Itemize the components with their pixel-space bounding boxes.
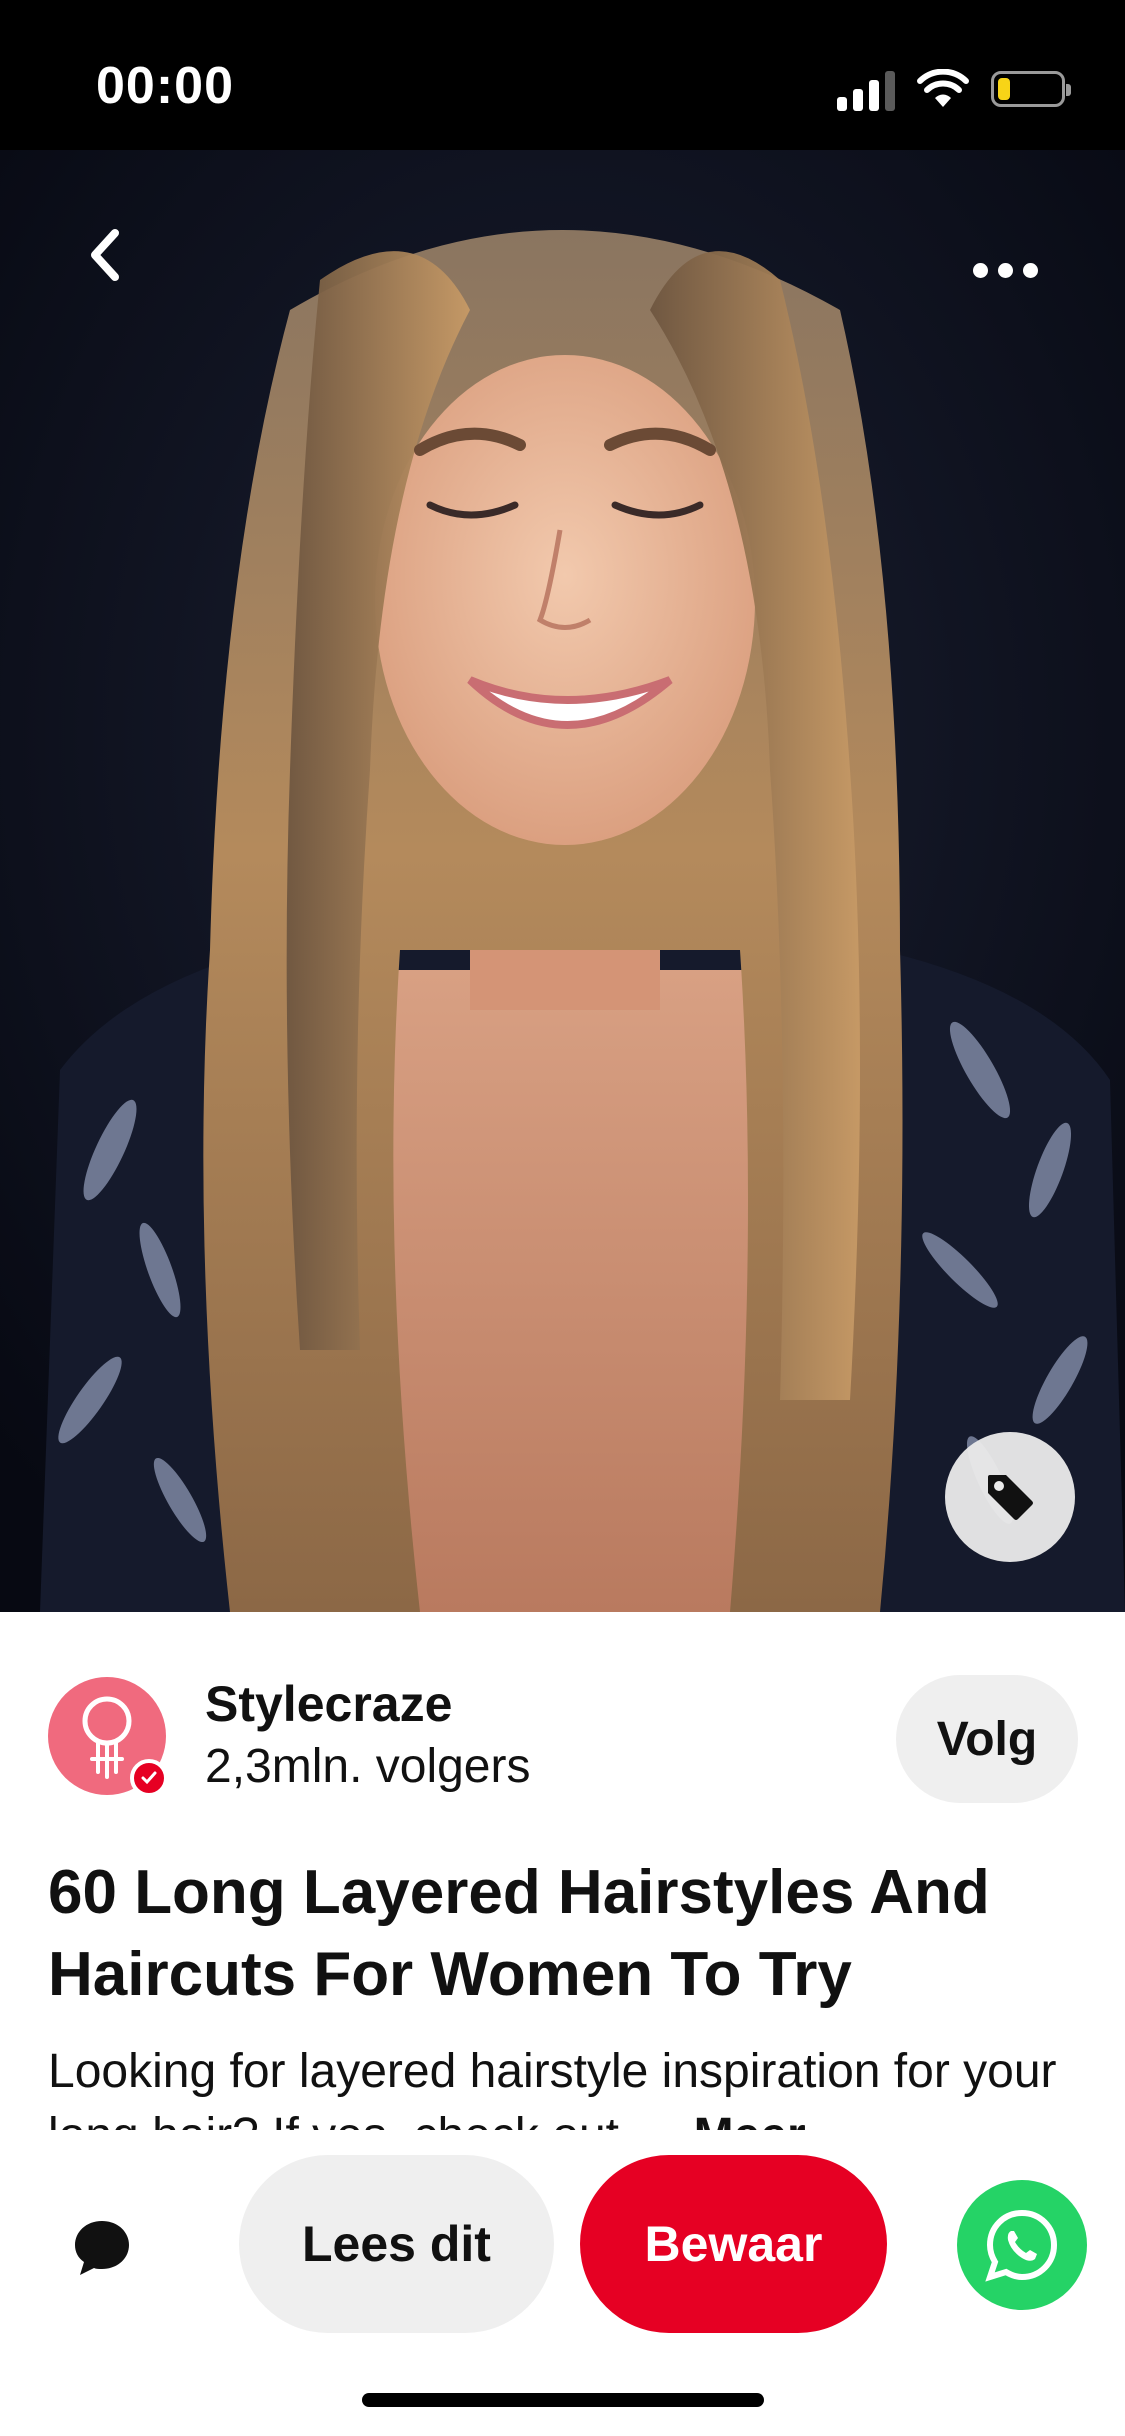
back-button[interactable]	[70, 220, 140, 290]
creator-followers: 2,3mln. volgers	[205, 1740, 531, 1793]
creator-row: Stylecraze 2,3mln. volgers Volg	[48, 1675, 1078, 1805]
pin-description-text: Looking for layered hairstyle inspiratio…	[48, 2045, 1057, 2130]
battery-icon	[991, 71, 1071, 107]
battery-level	[998, 78, 1011, 100]
status-bar: 00:00	[0, 0, 1125, 150]
pin-photo	[0, 150, 1125, 1612]
pin-description: Looking for layered hairstyle inspiratio…	[48, 2040, 1088, 2130]
price-tag-icon	[988, 1475, 1033, 1520]
verified-check-icon	[130, 1759, 168, 1797]
whatsapp-share-button[interactable]	[957, 2180, 1087, 2310]
save-button[interactable]: Bewaar	[580, 2155, 887, 2333]
shop-tag-button[interactable]	[945, 1432, 1075, 1562]
comment-bubble-icon	[75, 2221, 129, 2275]
more-options-button[interactable]	[960, 240, 1050, 300]
home-indicator[interactable]	[362, 2393, 764, 2407]
status-icons	[837, 64, 1071, 114]
wifi-icon	[917, 69, 969, 107]
follow-button[interactable]: Volg	[896, 1675, 1078, 1803]
pin-title: 60 Long Layered Hairstyles And Haircuts …	[48, 1858, 990, 2009]
cellular-signal-icon	[837, 67, 895, 111]
creator-name[interactable]: Stylecraze	[205, 1675, 452, 1733]
more-horizontal-icon	[972, 262, 988, 278]
chevron-left-icon	[91, 229, 119, 281]
description-more-link[interactable]: Meer	[694, 2109, 806, 2130]
comment-button[interactable]	[70, 2215, 134, 2279]
status-time: 00:00	[96, 57, 234, 115]
pin-image[interactable]	[0, 150, 1125, 1612]
whatsapp-icon	[985, 2209, 1058, 2282]
action-bar: Lees dit Bewaar	[0, 2130, 1125, 2436]
read-button[interactable]: Lees dit	[239, 2155, 554, 2333]
